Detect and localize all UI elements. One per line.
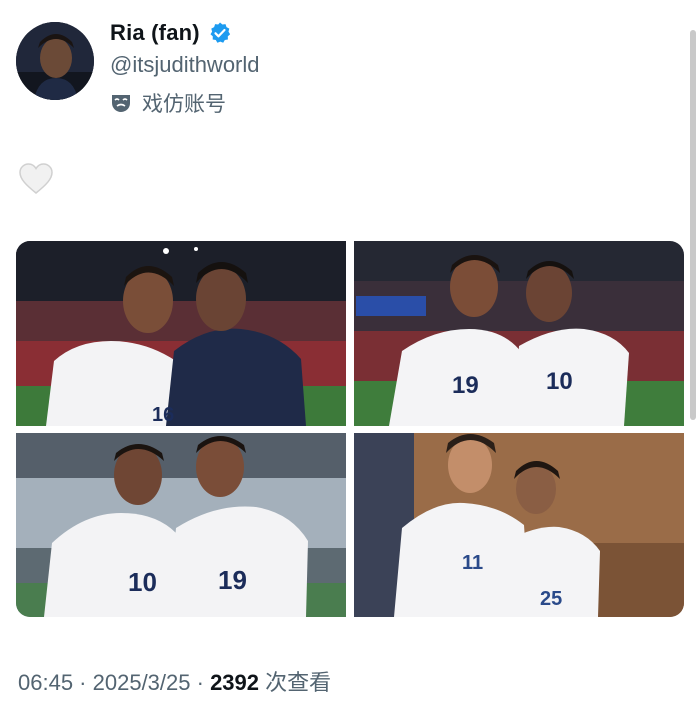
avatar-photo bbox=[16, 22, 94, 100]
heart-outline-icon[interactable] bbox=[18, 162, 54, 196]
jersey-number: 10 bbox=[546, 368, 573, 395]
avatar[interactable] bbox=[16, 22, 94, 100]
photo-4[interactable]: 11 25 bbox=[354, 433, 684, 617]
jersey-number: 19 bbox=[218, 565, 247, 595]
photo-1[interactable]: 16 bbox=[16, 241, 346, 426]
post-date[interactable]: 2025/3/25 bbox=[93, 670, 191, 695]
display-name[interactable]: Ria (fan) bbox=[110, 20, 200, 46]
jersey-number: 19 bbox=[452, 372, 479, 399]
photo-2[interactable]: 19 10 bbox=[354, 241, 684, 426]
post-time[interactable]: 06:45 bbox=[18, 670, 73, 695]
parody-label-text: 戏仿账号 bbox=[142, 93, 226, 116]
jersey-number: 11 bbox=[462, 552, 483, 574]
meta-separator: · bbox=[73, 670, 93, 695]
photo-grid: 16 19 10 10 19 11 25 bbox=[16, 241, 684, 617]
meta-separator: · bbox=[190, 670, 211, 695]
scrollbar[interactable] bbox=[690, 30, 696, 420]
author-handle[interactable]: @itsjudithworld bbox=[110, 52, 260, 78]
view-count: 2392 bbox=[210, 670, 260, 695]
parody-account-label: 戏仿账号 bbox=[110, 88, 226, 118]
author-name-row[interactable]: Ria (fan) bbox=[110, 20, 232, 46]
views-label: 次查看 bbox=[259, 670, 332, 695]
tweet-metadata: 06:45 · 2025/3/25 · 2392 次查看 bbox=[18, 665, 331, 697]
jersey-number: 16 bbox=[152, 404, 174, 426]
jersey-number: 25 bbox=[540, 588, 562, 610]
parody-mask-icon bbox=[110, 92, 132, 114]
jersey-number: 10 bbox=[128, 567, 157, 597]
photo-3[interactable]: 10 19 bbox=[16, 433, 346, 617]
verified-badge-icon bbox=[208, 21, 232, 45]
